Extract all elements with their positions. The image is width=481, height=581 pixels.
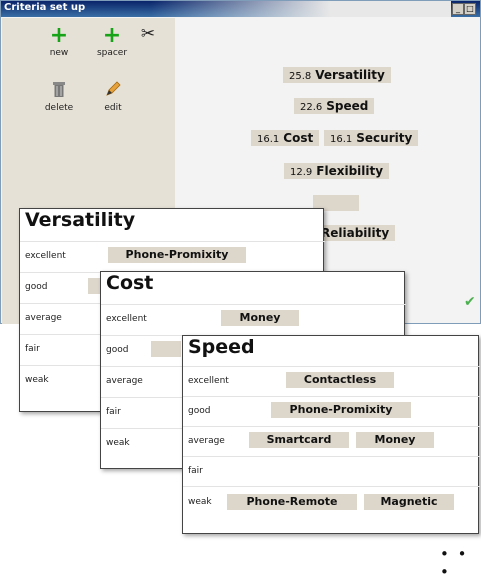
row-excellent: excellent Money [101,304,406,335]
item-chip-partial[interactable] [151,341,181,357]
row-excellent: excellent Phone-Promixity [20,241,325,272]
plus-icon: + [102,23,122,48]
confirm-check-icon[interactable]: ✔ [464,294,476,310]
row-excellent: excellent Contactless [183,366,480,396]
criterion-speed[interactable]: 22.6 Speed [294,98,375,114]
row-good: good Phone-Promixity [183,396,480,426]
item-chip[interactable]: Money [221,310,299,326]
item-chip[interactable]: Money [356,432,434,448]
window-title: Criteria set up [4,2,86,13]
minimize-icon[interactable]: _ [452,3,464,15]
spacer-button[interactable]: + spacer [94,23,130,59]
panel-title: Versatility [25,209,136,231]
trash-icon [53,82,65,97]
panel-speed: Speed excellent Contactless good Phone-P… [182,335,480,534]
maximize-icon[interactable]: □ [464,3,476,15]
row-fair: fair [183,456,480,486]
tools-icon[interactable]: ✂ [136,24,160,44]
criterion-cost[interactable]: 16.1 Cost [251,130,320,146]
item-chip[interactable]: Magnetic [364,494,454,510]
edit-button[interactable]: edit [100,80,126,113]
delete-button[interactable]: delete [42,80,76,113]
item-chip[interactable]: Contactless [286,372,394,388]
item-chip[interactable]: Phone-Promixity [108,247,246,263]
row-average: average Smartcard Money [183,426,480,456]
item-chip[interactable]: Phone-Remote [227,494,357,510]
more-indicator[interactable]: • • • [440,545,481,581]
criterion-flexibility[interactable]: 12.9 Flexibility [284,163,390,179]
panel-title: Cost [106,272,154,294]
item-chip[interactable]: Phone-Promixity [271,402,411,418]
new-button[interactable]: + new [45,23,73,59]
item-chip[interactable]: Smartcard [249,432,349,448]
plus-icon: + [49,23,69,48]
criterion-versatility[interactable]: 25.8 Versatility [283,67,391,83]
criterion-security[interactable]: 16.1 Security [324,130,419,146]
panel-title: Speed [188,336,255,358]
pencil-icon [106,81,121,96]
row-weak: weak Phone-Remote Magnetic [183,486,480,520]
title-bar: Criteria set up _ □ [1,1,480,17]
